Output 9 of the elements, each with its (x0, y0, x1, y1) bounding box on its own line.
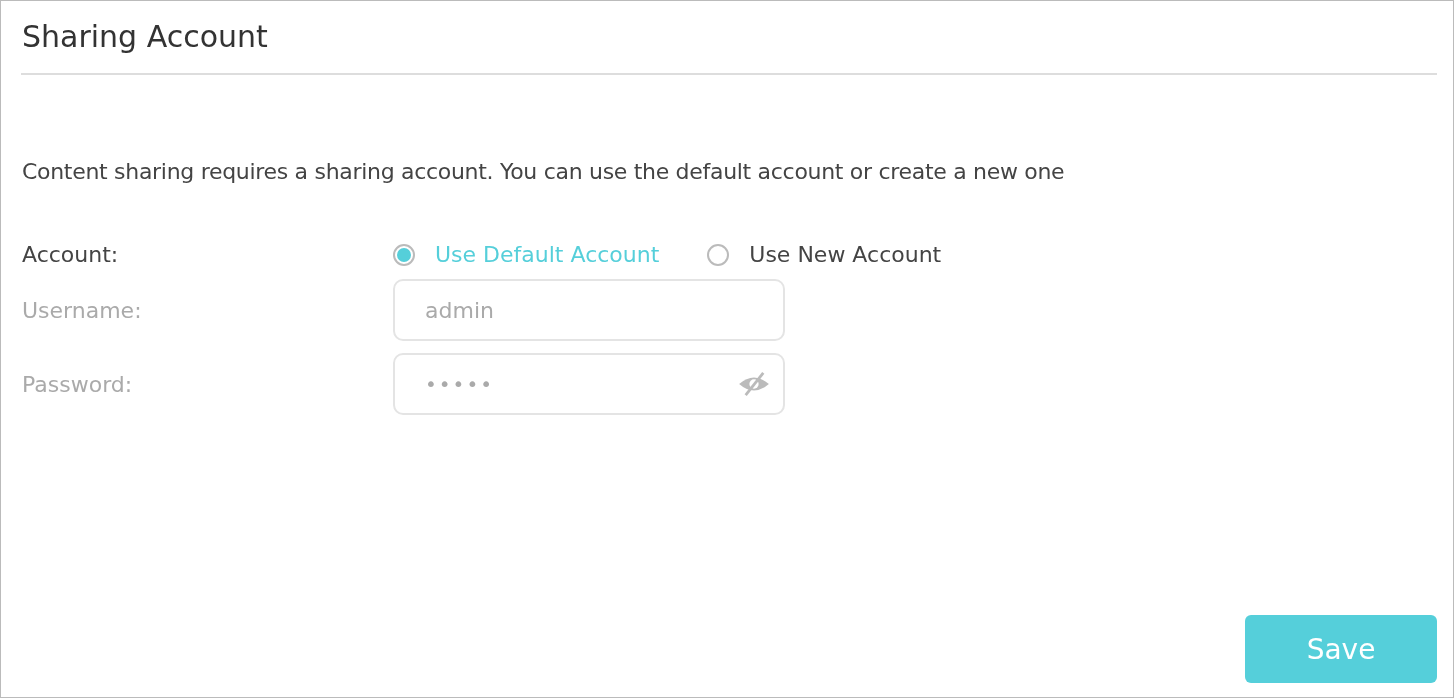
radio-option[interactable]: Use Default Account (393, 242, 660, 267)
hidden-eye-icon[interactable] (737, 371, 771, 397)
section-title: Sharing Account (22, 18, 269, 56)
field-label: Account: (22, 242, 120, 267)
field-label: Password: (22, 371, 134, 397)
field-label: Username: (22, 297, 143, 323)
radio-option[interactable]: Use New Account (707, 242, 942, 267)
save-button[interactable]: Save (1245, 615, 1437, 683)
description-text: Content sharing requires a sharing account. You can use the default account or create a new one (22, 159, 1066, 184)
